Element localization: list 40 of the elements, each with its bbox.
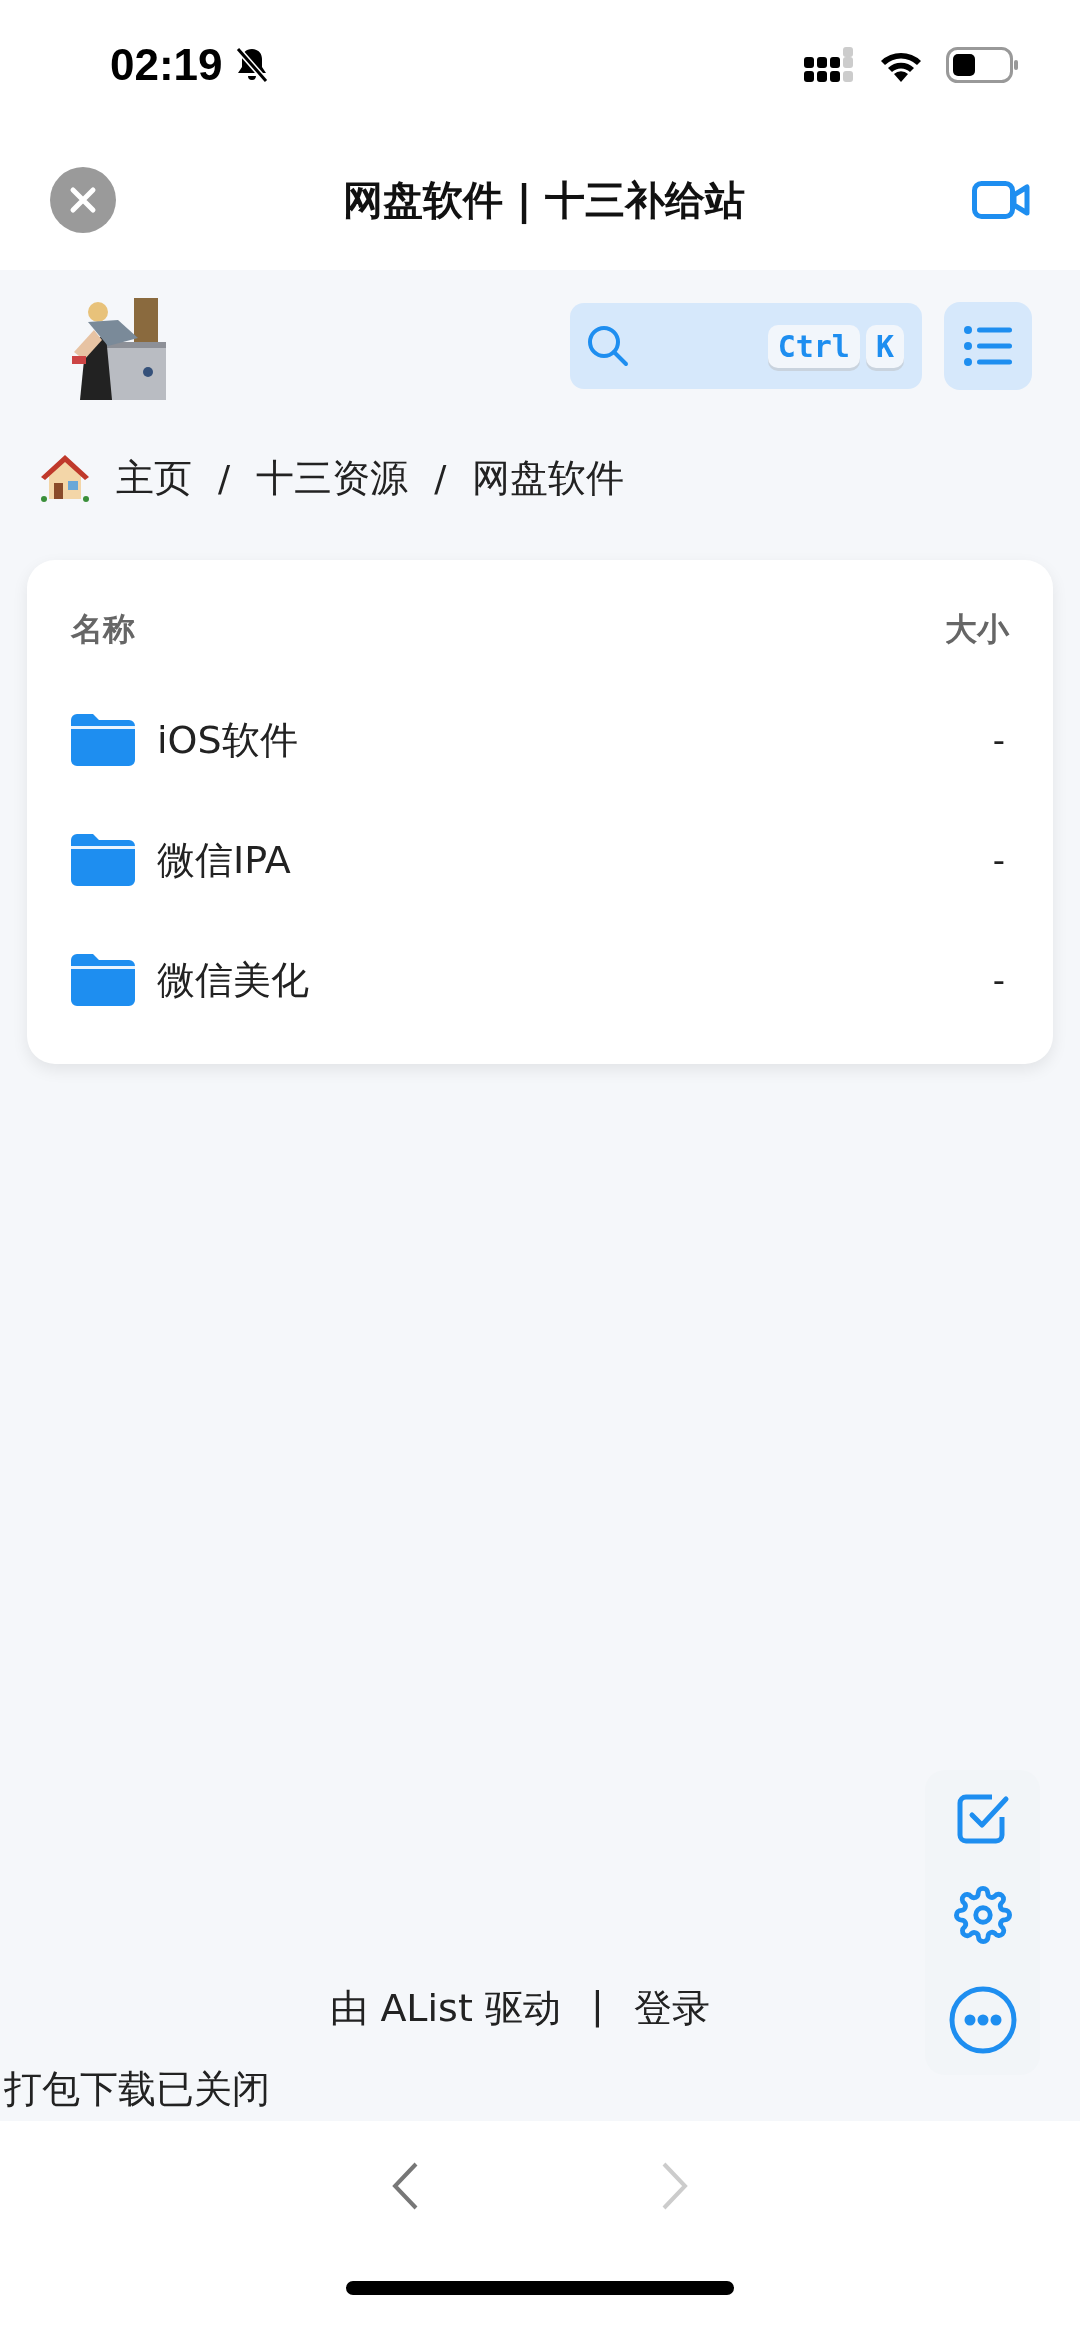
login-link[interactable]: 登录: [633, 1983, 710, 2034]
folder-icon: [71, 834, 135, 886]
size-cell-text: -: [992, 720, 1006, 760]
page-title: 网盘软件 | 十三补给站: [342, 175, 746, 226]
back-icon[interactable]: [390, 2161, 420, 2211]
breadcrumb-link[interactable]: 主页: [116, 452, 192, 504]
folder-name: 微信美化: [157, 956, 309, 1004]
folder-name: iOS软件: [157, 716, 298, 764]
bell-muted-icon: [234, 46, 269, 84]
settings-icon[interactable]: [953, 1886, 1012, 1945]
folder-name: 微信IPA: [157, 836, 291, 884]
breadcrumb-separator: /: [434, 457, 447, 499]
house-icon: [40, 453, 90, 503]
folder-link[interactable]: 微信美化: [71, 954, 309, 1006]
column-header[interactable]: 名称: [71, 608, 135, 652]
video-camera-icon[interactable]: [972, 181, 1030, 219]
more-icon[interactable]: [948, 1986, 1017, 2055]
battery-icon: [946, 47, 1020, 83]
shortcut-key: K: [865, 324, 904, 368]
column-header[interactable]: 大小: [945, 608, 1009, 652]
close-icon: [69, 186, 97, 214]
size-cell-text: -: [992, 840, 1006, 880]
breadcrumb-link[interactable]: 十三资源: [256, 452, 409, 504]
list-icon: [964, 326, 1012, 366]
footer-separator: |: [590, 1983, 604, 2030]
breadcrumb-link[interactable]: 网盘软件: [472, 452, 625, 504]
size-cell-text: -: [992, 960, 1006, 1000]
toast-message: 打包下载已关闭: [3, 2066, 271, 2113]
powered-by-text: 由 AList 驱动: [330, 1985, 561, 2032]
shortcut-key: Ctrl: [767, 324, 860, 368]
status-time: 02:19: [110, 40, 223, 90]
folder-link[interactable]: iOS软件: [71, 714, 298, 766]
folder-icon: [71, 954, 135, 1006]
forward-icon[interactable]: [660, 2161, 690, 2211]
breadcrumb-separator: /: [218, 457, 231, 499]
signal-icon: [804, 47, 856, 83]
folder-link[interactable]: 微信IPA: [71, 834, 291, 886]
search-icon: [586, 324, 630, 368]
list-menu-button[interactable]: [944, 302, 1032, 390]
folder-icon: [71, 714, 135, 766]
